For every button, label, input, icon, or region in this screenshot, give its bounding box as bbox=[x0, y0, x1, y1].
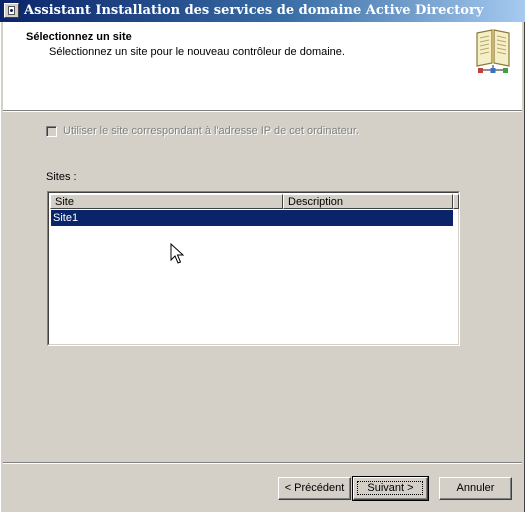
wizard-header: Sélectionnez un site Sélectionnez un sit… bbox=[3, 22, 522, 112]
cancel-button[interactable]: Annuler bbox=[439, 477, 512, 500]
use-ip-site-checkbox bbox=[46, 125, 57, 137]
sites-list-header: Site Description bbox=[50, 194, 459, 209]
next-button[interactable]: Suivant > bbox=[352, 476, 429, 501]
column-header-filler bbox=[453, 194, 459, 209]
focus-rectangle bbox=[357, 481, 423, 495]
ad-wizard-icon bbox=[4, 3, 19, 18]
window-title: Assistant Installation des services de d… bbox=[24, 3, 484, 18]
column-header-site[interactable]: Site bbox=[50, 194, 283, 209]
previous-button[interactable]: < Précédent bbox=[278, 477, 351, 500]
site-row-selected[interactable]: Site1 bbox=[51, 210, 453, 226]
site-name-cell: Site1 bbox=[53, 212, 79, 224]
page-subtitle: Sélectionnez un site pour le nouveau con… bbox=[49, 46, 345, 58]
mouse-pointer-icon bbox=[170, 243, 184, 264]
use-ip-site-label: Utiliser le site correspondant à l'adres… bbox=[63, 125, 360, 137]
sites-list[interactable]: Site Description Site1 bbox=[47, 191, 460, 346]
directory-book-icon bbox=[476, 29, 510, 73]
title-bar[interactable]: Assistant Installation des services de d… bbox=[0, 0, 525, 22]
wizard-window: Assistant Installation des services de d… bbox=[0, 0, 525, 512]
column-header-description[interactable]: Description bbox=[283, 194, 453, 209]
use-ip-site-option: Utiliser le site correspondant à l'adres… bbox=[46, 124, 359, 138]
sites-label: Sites : bbox=[46, 171, 77, 183]
button-separator bbox=[3, 462, 522, 464]
page-title: Sélectionnez un site bbox=[26, 31, 132, 43]
